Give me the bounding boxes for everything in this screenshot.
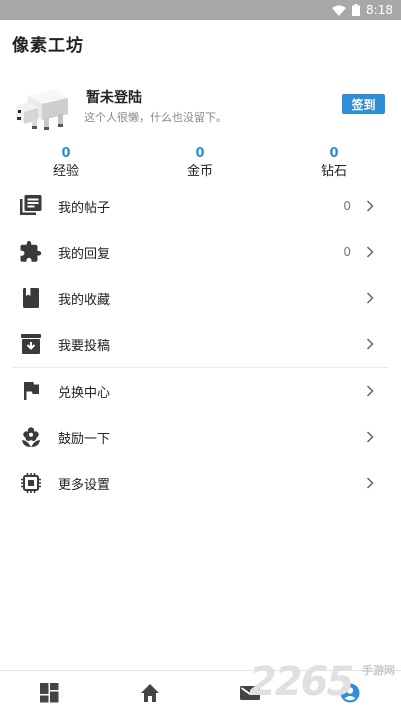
chevron-right-icon bbox=[366, 431, 374, 443]
menu-item-exchange-center[interactable]: 兑换中心 bbox=[0, 368, 401, 414]
menu-item-more-settings[interactable]: 更多设置 bbox=[0, 460, 401, 506]
puzzle-icon bbox=[20, 241, 42, 262]
bookmark-book-icon bbox=[23, 288, 39, 308]
menu-label: 鼓励一下 bbox=[58, 431, 111, 447]
menu-label: 兑换中心 bbox=[58, 385, 111, 401]
stat-label: 经验 bbox=[52, 164, 79, 179]
battery-icon bbox=[352, 4, 361, 16]
stat-diamonds[interactable]: 0 钻石 bbox=[294, 146, 374, 182]
watermark-number: 2265 bbox=[249, 659, 354, 705]
stat-label: 钻石 bbox=[320, 164, 347, 179]
chevron-right-icon bbox=[366, 246, 374, 258]
menu-label: 我要投稿 bbox=[58, 338, 111, 354]
menu-count: 0 bbox=[343, 245, 351, 259]
archive-download-icon bbox=[21, 334, 41, 354]
status-bar: 8:18 bbox=[0, 0, 401, 20]
stat-experience[interactable]: 0 经验 bbox=[26, 146, 106, 182]
clock-time: 8:18 bbox=[366, 3, 393, 17]
flower-icon bbox=[22, 427, 40, 447]
menu-count: 0 bbox=[343, 199, 351, 213]
stat-coins[interactable]: 0 金币 bbox=[160, 146, 240, 182]
chevron-right-icon bbox=[366, 200, 374, 212]
menu-label: 我的帖子 bbox=[58, 200, 111, 216]
menu-label: 更多设置 bbox=[58, 477, 111, 493]
user-signature: 这个人很懒，什么也没留下。 bbox=[84, 111, 227, 124]
dashboard-icon[interactable] bbox=[40, 683, 60, 703]
stat-value: 0 bbox=[61, 146, 71, 161]
menu-item-submit[interactable]: 我要投稿 bbox=[0, 321, 401, 367]
watermark-2265: 2265 手游网 bbox=[249, 658, 399, 710]
menu-item-my-posts[interactable]: 我的帖子 0 bbox=[0, 183, 401, 229]
pixel-polar-bear-avatar[interactable] bbox=[14, 84, 72, 132]
menu-label: 我的回复 bbox=[58, 246, 111, 262]
flag-icon bbox=[24, 382, 39, 400]
wifi-icon bbox=[332, 5, 347, 16]
stat-value: 0 bbox=[195, 146, 205, 161]
menu-item-encourage[interactable]: 鼓励一下 bbox=[0, 414, 401, 460]
profile-card: 暂未登陆 这个人很懒，什么也没留下。 签到 bbox=[0, 78, 401, 138]
menu-list: 我的帖子 0 我的回复 0 我的收藏 我要投稿 兑换中心 鼓励一下 更多设置 bbox=[0, 183, 401, 506]
stats-row: 0 经验 0 金币 0 钻石 bbox=[0, 146, 401, 184]
chevron-right-icon bbox=[366, 292, 374, 304]
posts-icon bbox=[20, 195, 42, 215]
chevron-right-icon bbox=[366, 477, 374, 489]
chevron-right-icon bbox=[366, 338, 374, 350]
chip-settings-icon bbox=[21, 473, 41, 493]
user-name[interactable]: 暂未登陆 bbox=[86, 87, 142, 107]
menu-item-my-favorites[interactable]: 我的收藏 bbox=[0, 275, 401, 321]
menu-item-my-replies[interactable]: 我的回复 0 bbox=[0, 229, 401, 275]
stat-label: 金币 bbox=[186, 164, 213, 179]
watermark-text: 手游网 bbox=[362, 664, 395, 677]
stat-value: 0 bbox=[329, 146, 339, 161]
signin-button[interactable]: 签到 bbox=[342, 94, 385, 114]
page-title: 像素工坊 bbox=[12, 36, 84, 56]
menu-label: 我的收藏 bbox=[58, 292, 111, 308]
home-icon[interactable] bbox=[140, 683, 160, 703]
chevron-right-icon bbox=[366, 385, 374, 397]
